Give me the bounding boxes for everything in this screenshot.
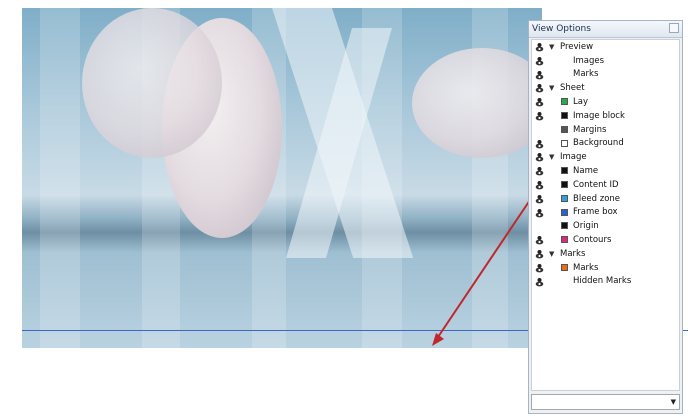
tree-item-label: Frame box bbox=[573, 207, 618, 218]
tree-row[interactable]: Frame box bbox=[532, 206, 679, 220]
tree-row[interactable]: Image block bbox=[532, 109, 679, 123]
panel-title: View Options bbox=[532, 24, 591, 34]
eye-icon[interactable] bbox=[535, 166, 544, 176]
color-swatch[interactable] bbox=[561, 194, 568, 202]
tree-row[interactable]: ▼ Marks bbox=[532, 247, 679, 261]
color-swatch[interactable] bbox=[561, 180, 568, 188]
tree-item-label: Preview bbox=[560, 41, 594, 52]
tree-item-label: Marks bbox=[573, 69, 599, 80]
tree-item-label: Origin bbox=[573, 221, 599, 232]
color-swatch[interactable] bbox=[561, 167, 568, 175]
tree-row[interactable]: Marks bbox=[532, 68, 679, 82]
eye-icon[interactable] bbox=[535, 42, 544, 52]
tree-row[interactable]: Content ID bbox=[532, 178, 679, 192]
tree-row[interactable]: Origin bbox=[532, 219, 679, 233]
tree-row[interactable]: Bleed zone bbox=[532, 192, 679, 206]
tree-item-label: Margins bbox=[573, 124, 607, 135]
chevron-down-icon[interactable]: ▼ bbox=[671, 398, 676, 406]
tree-row[interactable]: Background bbox=[532, 137, 679, 151]
tree-item-label: Image block bbox=[573, 110, 625, 121]
eye-icon[interactable] bbox=[535, 139, 544, 149]
color-swatch[interactable] bbox=[561, 263, 568, 271]
tree-row[interactable]: ▼ Image bbox=[532, 150, 679, 164]
tree-row[interactable]: Margins bbox=[532, 123, 679, 137]
eye-icon[interactable] bbox=[535, 263, 544, 273]
tree-item-label: Bleed zone bbox=[573, 193, 621, 204]
tree-item-label: Hidden Marks bbox=[573, 276, 632, 287]
tree-item-label: Background bbox=[573, 138, 624, 149]
eye-icon[interactable] bbox=[535, 180, 544, 190]
eye-icon[interactable] bbox=[535, 208, 544, 218]
color-swatch[interactable] bbox=[561, 98, 568, 106]
tree-item-label: Content ID bbox=[573, 179, 619, 190]
eye-icon[interactable] bbox=[535, 70, 544, 80]
tree-row[interactable]: Name bbox=[532, 164, 679, 178]
triangle-down-icon[interactable]: ▼ bbox=[549, 43, 554, 51]
tree-row[interactable]: Hidden Marks bbox=[532, 275, 679, 289]
tree-item-label: Contours bbox=[573, 235, 612, 246]
tree-row[interactable]: Lay bbox=[532, 95, 679, 109]
triangle-down-icon[interactable]: ▼ bbox=[549, 153, 554, 161]
view-options-panel: View Options ▼ Preview Images Marks ▼ Sheet La… bbox=[528, 20, 683, 414]
eye-icon[interactable] bbox=[535, 194, 544, 204]
color-swatch[interactable] bbox=[561, 222, 568, 230]
tree-item-label: Lay bbox=[573, 97, 588, 108]
eye-icon[interactable] bbox=[535, 277, 544, 287]
eye-icon[interactable] bbox=[535, 83, 544, 93]
color-swatch[interactable] bbox=[561, 236, 568, 244]
triangle-down-icon[interactable]: ▼ bbox=[549, 250, 554, 258]
tree-item-label: Images bbox=[573, 55, 605, 66]
tree-row[interactable]: ▼ Preview bbox=[532, 40, 679, 54]
eye-icon[interactable] bbox=[535, 152, 544, 162]
panel-header: View Options bbox=[529, 21, 682, 38]
tree-item-label: Name bbox=[573, 166, 599, 177]
view-options-tree: ▼ Preview Images Marks ▼ Sheet Lay Image block M… bbox=[531, 39, 680, 391]
eye-icon[interactable] bbox=[535, 97, 544, 107]
triangle-down-icon[interactable]: ▼ bbox=[549, 84, 554, 92]
view-preset-select[interactable]: ▼ bbox=[531, 394, 680, 410]
eye-icon[interactable] bbox=[535, 111, 544, 121]
color-swatch[interactable] bbox=[561, 111, 568, 119]
tree-row[interactable]: ▼ Sheet bbox=[532, 81, 679, 95]
eye-icon[interactable] bbox=[535, 56, 544, 66]
color-swatch[interactable] bbox=[561, 139, 568, 147]
tree-row[interactable]: Images bbox=[532, 54, 679, 68]
tree-row[interactable]: Contours bbox=[532, 233, 679, 247]
tree-item-label: Image bbox=[560, 152, 587, 163]
color-swatch[interactable] bbox=[561, 208, 568, 216]
eye-icon[interactable] bbox=[535, 249, 544, 259]
eye-icon[interactable] bbox=[535, 235, 544, 245]
tree-item-label: Marks bbox=[560, 248, 586, 259]
close-icon[interactable] bbox=[669, 23, 679, 33]
tree-item-label: Marks bbox=[573, 262, 599, 273]
tree-item-label: Sheet bbox=[560, 83, 585, 94]
color-swatch[interactable] bbox=[561, 125, 568, 133]
tree-row[interactable]: Marks bbox=[532, 261, 679, 275]
